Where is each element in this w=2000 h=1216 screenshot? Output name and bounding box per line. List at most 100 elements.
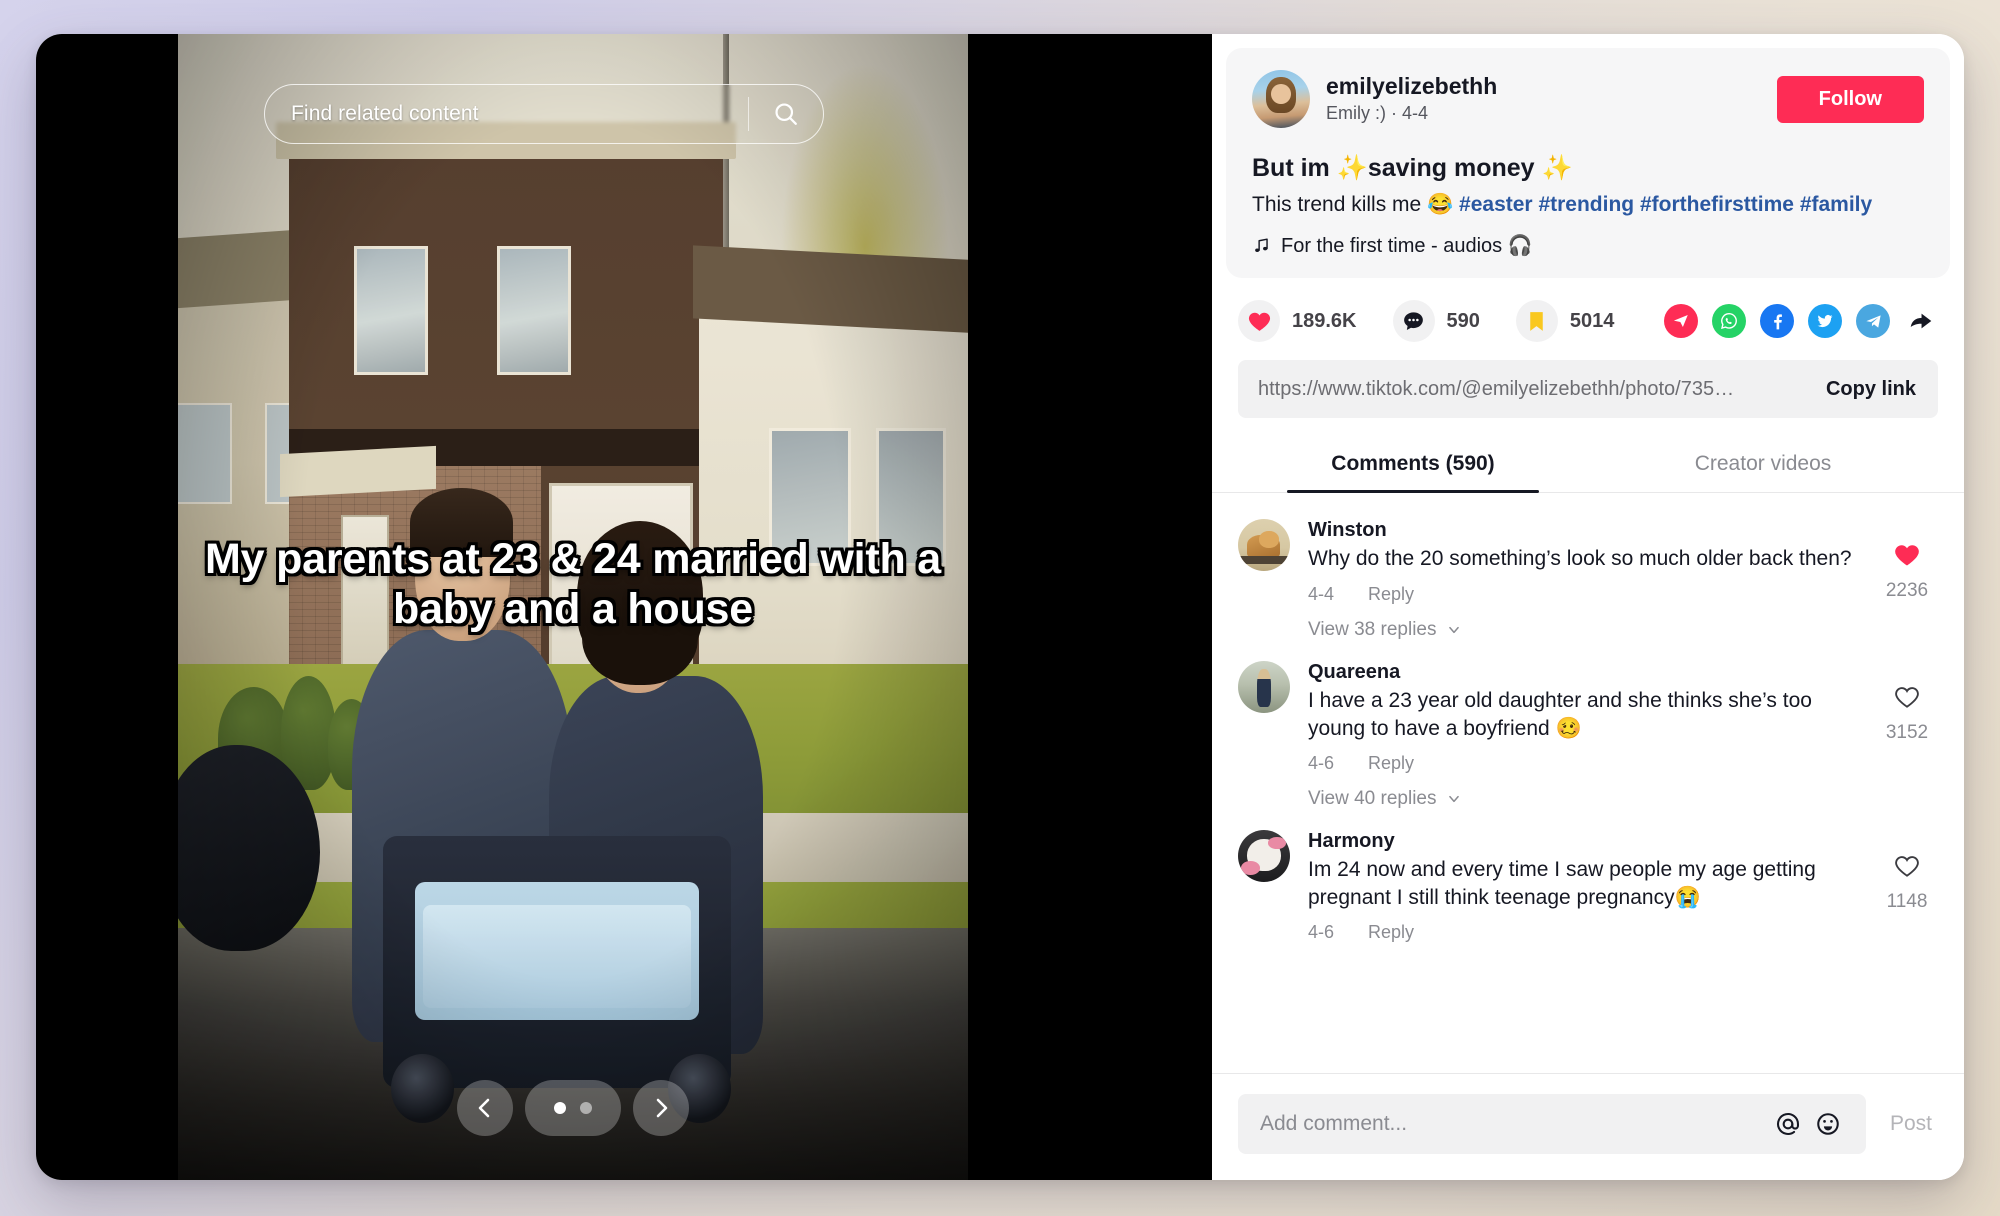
twitter-icon[interactable] <box>1808 304 1842 339</box>
comment-meta: 4-6 Reply <box>1308 753 1858 774</box>
add-comment-bar: Add comment... Post <box>1212 1073 1964 1180</box>
share-icon-row <box>1664 304 1938 339</box>
find-related-placeholder: Find related content <box>291 102 479 125</box>
emoji-icon[interactable] <box>1808 1104 1848 1144</box>
carousel-dots[interactable] <box>525 1080 621 1136</box>
heart-outline-icon <box>1895 856 1919 877</box>
video-detail-modal: Find related content My parents at 23 & … <box>36 34 1964 1180</box>
chevron-down-icon <box>1448 795 1459 802</box>
like-count: 189.6K <box>1292 309 1357 332</box>
comment-like-count: 3152 <box>1885 721 1929 743</box>
author-names: emilyelizebethh Emily :) · 4-4 <box>1326 72 1761 125</box>
search-icon <box>775 103 797 125</box>
comment-like-count: 1148 <box>1886 890 1928 912</box>
comment-like[interactable]: 2236 <box>1876 519 1938 640</box>
bookmark-button[interactable] <box>1515 300 1558 343</box>
heart-icon <box>1895 545 1919 566</box>
author-subtitle: Emily :) · 4-4 <box>1326 103 1429 124</box>
description-text: This trend kills me 😂 <box>1252 192 1460 216</box>
comment-input[interactable]: Add comment... <box>1238 1094 1866 1154</box>
engagement-stats-row: 189.6K 590 5014 <box>1212 278 1964 352</box>
comment-text: I have a 23 year old daughter and she th… <box>1308 688 1812 740</box>
at-mention-icon[interactable] <box>1768 1104 1808 1144</box>
video-caption-overlay: My parents at 23 & 24 married with a bab… <box>204 535 942 634</box>
reply-button[interactable]: Reply <box>1368 922 1414 943</box>
commenter-name[interactable]: Quareena <box>1308 661 1858 684</box>
music-label: For the first time - audios 🎧 <box>1281 235 1533 258</box>
carousel-controls <box>178 1080 968 1136</box>
commenter-avatar[interactable] <box>1238 519 1290 572</box>
comment-date: 4-6 <box>1308 752 1335 773</box>
comment-like[interactable]: 3152 <box>1876 661 1938 810</box>
comment-like[interactable]: 1148 <box>1876 830 1938 943</box>
post-info-panel: emilyelizebethh Emily :) · 4-4 Follow Bu… <box>1212 34 1964 1180</box>
share-link-row: https://www.tiktok.com/@emilyelizebethh/… <box>1238 360 1938 419</box>
author-handle[interactable]: emilyelizebethh <box>1326 72 1761 100</box>
comment-date: 4-6 <box>1308 922 1335 943</box>
comment-body: Winston Why do the 20 something’s look s… <box>1308 519 1858 640</box>
carousel-dot-2[interactable] <box>580 1102 592 1114</box>
carousel-prev-button[interactable] <box>457 1080 513 1136</box>
chevron-down-icon <box>1448 626 1459 633</box>
bookmark-count: 5014 <box>1569 309 1615 332</box>
comment-list[interactable]: Winston Why do the 20 something’s look s… <box>1212 493 1964 1073</box>
comment-text: Im 24 now and every time I saw people my… <box>1308 857 1816 909</box>
find-related-content-search[interactable]: Find related content <box>264 84 824 144</box>
hashtag-forthefirsttime[interactable]: #forthefirsttime <box>1640 193 1794 216</box>
view-replies-label: View 40 replies <box>1308 787 1437 809</box>
whatsapp-icon[interactable] <box>1712 304 1746 339</box>
music-row[interactable]: For the first time - audios 🎧 <box>1252 233 1924 258</box>
commenter-name[interactable]: Winston <box>1308 519 1858 542</box>
comment-stat[interactable]: 590 <box>1392 300 1480 343</box>
chevron-left-icon <box>478 1098 490 1118</box>
comment-bubble-icon <box>1404 312 1423 331</box>
comment-button[interactable] <box>1392 300 1435 343</box>
music-note-icon <box>1255 238 1268 253</box>
view-replies-label: View 38 replies <box>1308 618 1437 640</box>
like-button[interactable] <box>1238 300 1280 343</box>
comment-meta: 4-6 Reply <box>1308 922 1858 943</box>
reply-button[interactable]: Reply <box>1368 753 1414 774</box>
comment-body: Harmony Im 24 now and every time I saw p… <box>1308 830 1858 943</box>
carousel-dot-1[interactable] <box>554 1102 566 1114</box>
post-description: This trend kills me 😂 #easter #trending … <box>1252 191 1924 220</box>
comment-text: Why do the 20 something’s look so much o… <box>1308 547 1852 571</box>
follow-button[interactable]: Follow <box>1776 75 1924 123</box>
author-row: emilyelizebethh Emily :) · 4-4 Follow <box>1252 70 1924 128</box>
like-stat[interactable]: 189.6K <box>1238 300 1357 343</box>
hashtag-trending[interactable]: #trending <box>1538 193 1634 216</box>
bookmark-icon <box>1530 312 1544 331</box>
carousel-next-button[interactable] <box>633 1080 689 1136</box>
comment-item: Harmony Im 24 now and every time I saw p… <box>1238 822 1938 955</box>
comment-body: Quareena I have a 23 year old daughter a… <box>1308 661 1858 810</box>
facebook-icon[interactable] <box>1760 304 1794 339</box>
search-button[interactable] <box>749 85 823 143</box>
comment-like-count: 2236 <box>1885 580 1929 602</box>
post-comment-button[interactable]: Post <box>1884 1112 1938 1136</box>
video-player-stage[interactable]: Find related content My parents at 23 & … <box>36 34 1212 1180</box>
reply-button[interactable]: Reply <box>1368 584 1414 605</box>
share-arrow-icon[interactable] <box>1904 304 1938 338</box>
heart-outline-icon <box>1895 686 1919 708</box>
share-url-text[interactable]: https://www.tiktok.com/@emilyelizebethh/… <box>1258 378 1808 401</box>
commenter-name[interactable]: Harmony <box>1308 830 1858 853</box>
bookmark-stat[interactable]: 5014 <box>1515 300 1615 343</box>
panel-tabs: Comments (590) Creator videos <box>1212 440 1964 494</box>
hashtag-easter[interactable]: #easter <box>1459 193 1533 216</box>
tab-creator-videos[interactable]: Creator videos <box>1588 440 1938 492</box>
comment-input-placeholder: Add comment... <box>1260 1112 1408 1135</box>
tab-comments[interactable]: Comments (590) <box>1238 440 1588 494</box>
telegram-icon[interactable] <box>1856 304 1890 339</box>
commenter-avatar[interactable] <box>1238 829 1290 882</box>
comment-date: 4-4 <box>1308 583 1335 604</box>
copy-link-button[interactable]: Copy link <box>1808 378 1916 401</box>
view-replies-button[interactable]: View 38 replies <box>1308 619 1858 641</box>
view-replies-button[interactable]: View 40 replies <box>1308 788 1858 810</box>
telegram-red-icon[interactable] <box>1664 304 1698 339</box>
commenter-avatar[interactable] <box>1238 660 1290 713</box>
comment-count: 590 <box>1446 309 1480 332</box>
heart-icon <box>1248 312 1270 331</box>
author-avatar[interactable] <box>1252 70 1310 128</box>
chevron-right-icon <box>656 1098 668 1118</box>
hashtag-family[interactable]: #family <box>1800 193 1872 216</box>
